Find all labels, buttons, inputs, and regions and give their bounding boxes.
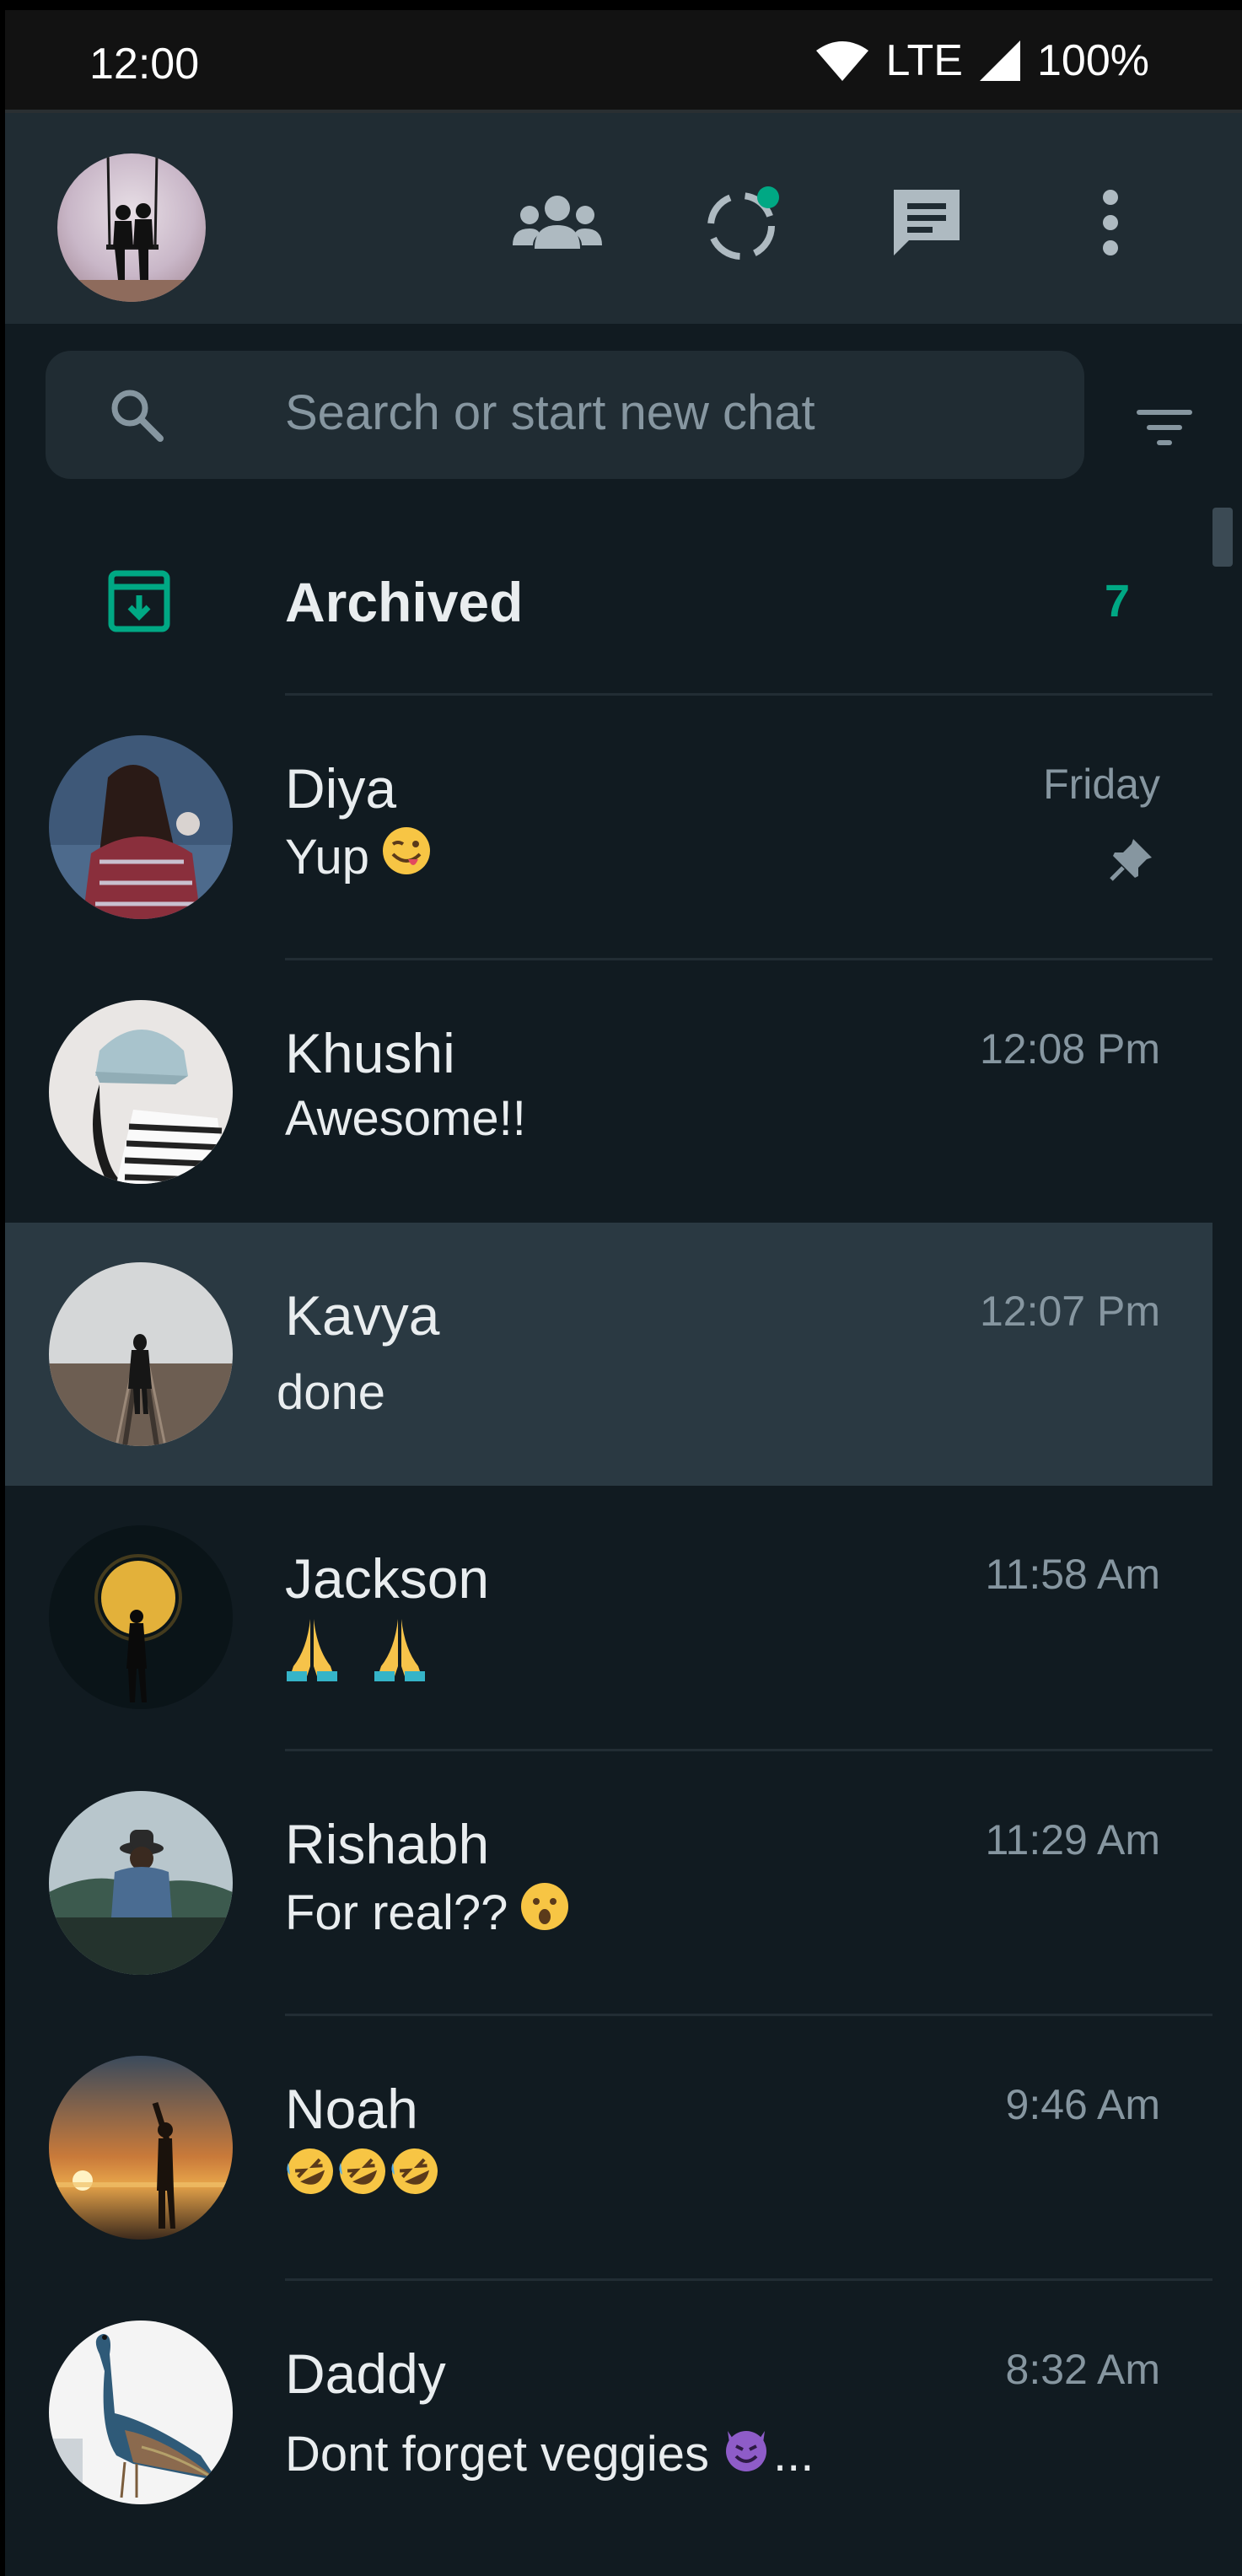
chat-name: Rishabh [285, 1813, 490, 1875]
battery-label: 100% [1037, 36, 1149, 85]
network-label: LTE [885, 36, 963, 85]
chat-time: 12:07 Pm [979, 1288, 1160, 1335]
avatar [49, 1525, 233, 1709]
message-text: Dont forget veggies [285, 2426, 709, 2482]
archive-icon [108, 570, 170, 637]
chat-row-diya[interactable]: Diya Friday Yup [5, 696, 1212, 959]
profile-avatar[interactable] [57, 153, 206, 302]
search-icon [108, 386, 165, 448]
smiling-imp-emoji [721, 2423, 772, 2485]
folded-hands-emoji [285, 1616, 339, 1695]
message-text: Awesome!! [285, 1091, 526, 1146]
chat-time: 12:08 Pm [979, 1025, 1160, 1073]
winking-tongue-emoji [381, 826, 432, 888]
search-bar[interactable] [46, 351, 1084, 479]
avatar [49, 2321, 233, 2504]
surprised-face-emoji [519, 1881, 570, 1944]
scrollbar[interactable] [1212, 508, 1233, 567]
message-text: For real?? [285, 1885, 508, 1940]
archived-count: 7 [1104, 576, 1130, 627]
chat-name: Khushi [285, 1022, 455, 1084]
chat-row-daddy[interactable]: Daddy 8:32 Am Dont forget veggies ... [5, 2281, 1212, 2544]
more-options-icon[interactable] [1064, 176, 1157, 269]
chat-row-kavya[interactable]: Kavya 12:07 Pm done [5, 1223, 1212, 1486]
chat-message: Yup [285, 826, 432, 888]
chat-name: Kavya [285, 1284, 440, 1347]
rofl-emoji [285, 2146, 336, 2208]
avatar [49, 1000, 233, 1184]
chat-name: Noah [285, 2078, 418, 2140]
chat-name: Jackson [285, 1547, 490, 1610]
chat-time: Friday [1043, 761, 1160, 808]
new-chat-icon[interactable] [880, 176, 973, 269]
message-text: Yup [285, 829, 369, 885]
message-text: done [277, 1365, 386, 1420]
avatar [49, 1262, 233, 1446]
filter-icon[interactable] [1118, 390, 1211, 465]
folded-hands-emoji [373, 1616, 427, 1695]
chat-row-jackson[interactable]: Jackson 11:58 Am [5, 1486, 1212, 1749]
signal-icon [978, 39, 1022, 83]
chat-row-noah[interactable]: Noah 9:46 Am [5, 2016, 1212, 2279]
avatar [49, 735, 233, 919]
chat-message: Dont forget veggies ... [285, 2423, 814, 2485]
chat-row-khushi[interactable]: Khushi 12:08 Pm Awesome!! [5, 960, 1212, 1223]
status-indicators: LTE 100% [815, 35, 1149, 86]
archived-label: Archived [285, 571, 524, 633]
wifi-icon [815, 39, 870, 83]
chat-message: done [277, 1364, 385, 1421]
status-bar: 12:00 LTE 100% [5, 10, 1242, 110]
avatar [49, 2056, 233, 2240]
chat-name: Daddy [285, 2342, 446, 2405]
chat-name: Diya [285, 757, 397, 820]
chat-message: Awesome!! [285, 1090, 526, 1147]
chat-message [285, 2146, 442, 2208]
rofl-emoji [337, 2146, 388, 2208]
chat-row-rishabh[interactable]: Rishabh 11:29 Am For real?? [5, 1751, 1212, 2014]
archived-row[interactable]: Archived 7 [5, 514, 1212, 691]
chat-message [285, 1616, 460, 1695]
avatar [49, 1791, 233, 1975]
search-input[interactable] [285, 385, 1044, 441]
communities-icon[interactable] [511, 176, 604, 269]
rofl-emoji [390, 2146, 440, 2208]
pin-icon [1108, 836, 1155, 887]
status-icon[interactable] [696, 176, 789, 269]
chat-message: For real?? [285, 1881, 570, 1944]
chat-time: 11:58 Am [985, 1551, 1160, 1598]
chat-time: 11:29 Am [985, 1816, 1160, 1863]
message-ellipsis: ... [772, 2426, 815, 2482]
top-app-bar [5, 113, 1242, 324]
chat-time: 8:32 Am [1005, 2346, 1160, 2393]
app-screen: 12:00 LTE 100% Search or start new chat … [5, 10, 1242, 2576]
status-time: 12:00 [89, 40, 200, 89]
chat-time: 9:46 Am [1005, 2081, 1160, 2128]
